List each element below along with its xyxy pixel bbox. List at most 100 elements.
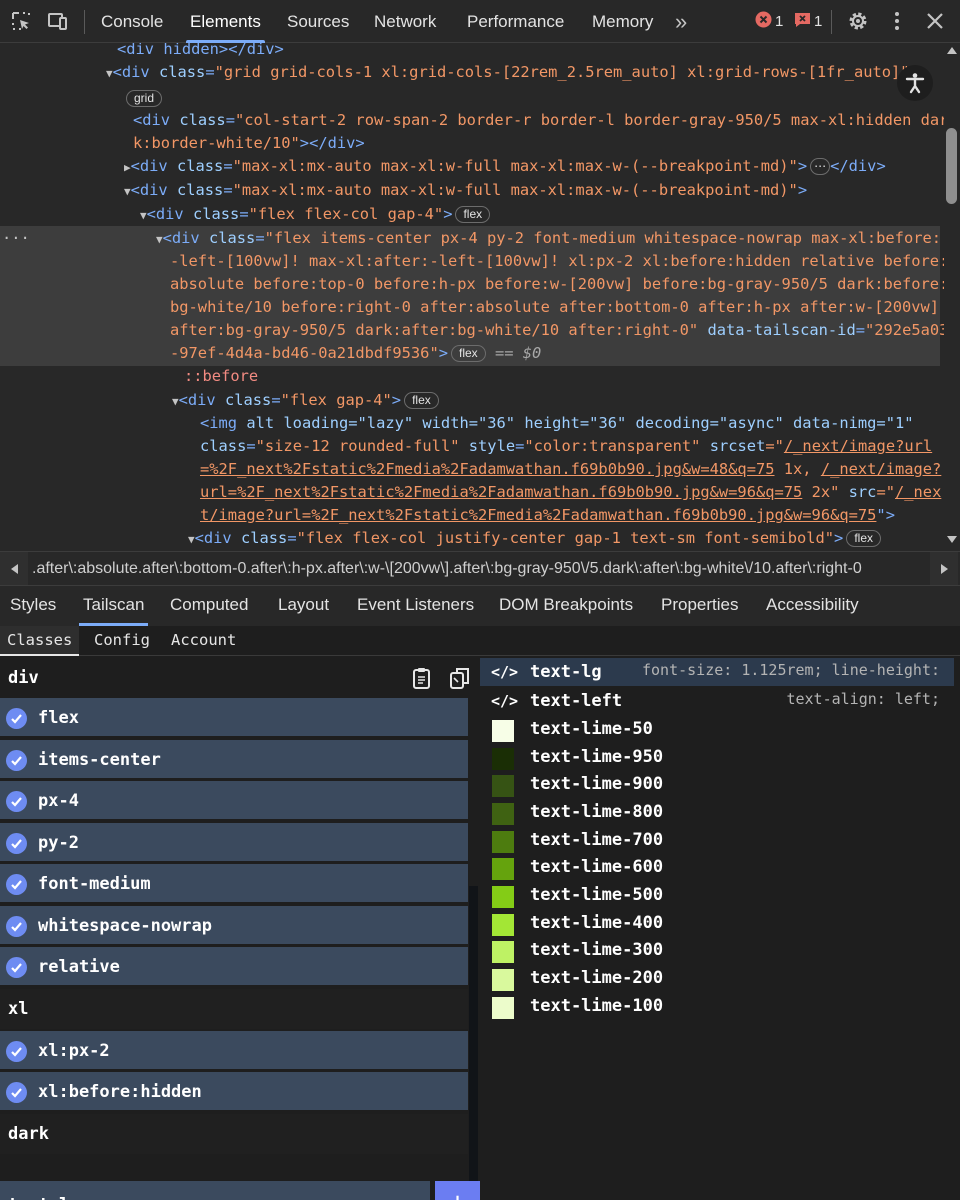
tree-line[interactable]: <img alt loading="lazy" width="36" heigh…: [200, 412, 940, 435]
tab-console[interactable]: Console: [101, 0, 163, 43]
suggestion-row[interactable]: text-lime-700: [480, 826, 954, 854]
tree-line[interactable]: <div hidden></div>: [117, 43, 940, 61]
more-tabs-icon[interactable]: »: [675, 0, 687, 43]
tree-line[interactable]: <div class="col-start-2 row-span-2 borde…: [133, 109, 948, 132]
device-toolbar-icon[interactable]: [45, 8, 71, 34]
suggestion-row[interactable]: text-lime-800: [480, 798, 954, 826]
class-row[interactable]: py-2: [0, 823, 468, 863]
breadcrumb-right-icon[interactable]: [930, 552, 958, 585]
srcset-link[interactable]: /_next/image?: [821, 460, 941, 478]
inspect-element-icon[interactable]: [8, 8, 34, 34]
copy-classes-icon[interactable]: [410, 666, 434, 690]
tab-performance[interactable]: Performance: [467, 0, 564, 43]
tab-accessibility[interactable]: Accessibility: [766, 586, 859, 626]
tree-line[interactable]: grid: [123, 87, 940, 110]
check-icon[interactable]: [6, 750, 27, 771]
tree-line[interactable]: class="size-12 rounded-full" style="colo…: [200, 435, 940, 458]
tree-line-selected[interactable]: -left-[100vw]! max-xl:after:-left-[100vw…: [170, 250, 948, 273]
tree-scroll-thumb[interactable]: [946, 128, 957, 204]
expand-arrow-icon[interactable]: ▼: [106, 67, 113, 80]
tree-line[interactable]: url=%2F_next%2Fstatic%2Fmedia%2Fadamwath…: [200, 481, 941, 504]
suggestion-row[interactable]: text-lime-400: [480, 909, 954, 937]
class-row[interactable]: flex: [0, 698, 468, 738]
pseudo-before[interactable]: ::before: [184, 365, 940, 388]
srcset-link[interactable]: /_next/image?url: [784, 437, 932, 455]
breadcrumb-selector[interactable]: .after\:absolute.after\:bottom-0.after\:…: [32, 552, 922, 585]
flex-badge[interactable]: flex: [451, 345, 486, 362]
tab-classes[interactable]: Classes: [0, 626, 80, 656]
expand-arrow-icon[interactable]: ▼: [156, 233, 163, 246]
tree-line-selected[interactable]: bg-white/10 before:right-0 after:absolut…: [170, 296, 940, 319]
check-icon[interactable]: [6, 916, 27, 937]
class-row[interactable]: px-4: [0, 781, 468, 821]
tree-line[interactable]: ▼<div class="flex flex-col justify-cente…: [188, 527, 940, 550]
expand-arrow-icon[interactable]: ▼: [124, 185, 131, 198]
src-link[interactable]: /_nex: [895, 483, 941, 501]
close-icon[interactable]: [922, 8, 948, 34]
add-class-button[interactable]: +: [435, 1181, 480, 1200]
check-icon[interactable]: [6, 957, 27, 978]
tree-line[interactable]: ▶<div class="max-xl:mx-auto max-xl:w-ful…: [124, 155, 940, 178]
elements-tree[interactable]: <div hidden></div> ▼<div class="grid gri…: [0, 43, 960, 551]
issues-badge[interactable]: 1: [794, 11, 822, 32]
class-row[interactable]: xl:px-2: [0, 1031, 468, 1071]
suggestion-row[interactable]: text-lime-950: [480, 743, 954, 771]
tree-line[interactable]: ▼<div class="flex flex-col gap-4"> flex: [140, 203, 940, 226]
tree-line[interactable]: ▼<div class="max-xl:mx-auto max-xl:w-ful…: [124, 179, 940, 202]
tab-computed[interactable]: Computed: [170, 586, 248, 626]
suggestion-row[interactable]: text-lime-900: [480, 770, 954, 798]
check-icon[interactable]: [6, 1041, 27, 1062]
class-row[interactable]: font-medium: [0, 864, 468, 904]
flex-badge[interactable]: flex: [455, 206, 491, 223]
suggestion-row[interactable]: text-lime-100: [480, 992, 954, 1020]
expand-arrow-icon[interactable]: ▼: [140, 209, 147, 222]
suggestion-row[interactable]: text-lime-500: [480, 881, 954, 909]
tab-layout[interactable]: Layout: [278, 586, 329, 626]
expand-arrow-icon[interactable]: ▼: [188, 533, 195, 546]
check-icon[interactable]: [6, 1082, 27, 1103]
srcset-link[interactable]: =%2F_next%2Fstatic%2Fmedia%2Fadamwathan.…: [200, 460, 775, 478]
tree-line[interactable]: t/image?url=%2F_next%2Fstatic%2Fmedia%2F…: [200, 504, 940, 527]
tab-elements[interactable]: Elements: [186, 0, 265, 43]
expand-arrow-icon[interactable]: ▼: [172, 395, 179, 408]
check-icon[interactable]: [6, 708, 27, 729]
suggestion-row[interactable]: text-lime-200: [480, 964, 954, 992]
tab-event-listeners[interactable]: Event Listeners: [357, 586, 474, 626]
add-class-input[interactable]: text-l: [0, 1181, 430, 1200]
tab-config[interactable]: Config: [87, 626, 157, 656]
tab-sources[interactable]: Sources: [287, 0, 349, 43]
tree-line-selected[interactable]: ▼<div class="flex items-center px-4 py-2…: [156, 227, 941, 250]
suggestion-row[interactable]: text-lime-300: [480, 936, 954, 964]
tree-line[interactable]: ▼<div class="grid grid-cols-1 xl:grid-co…: [106, 61, 940, 84]
suggestion-row[interactable]: </> text-lg font-size: 1.125rem; line-he…: [480, 658, 954, 686]
tree-line[interactable]: =%2F_next%2Fstatic%2Fmedia%2Fadamwathan.…: [200, 458, 941, 481]
class-row[interactable]: items-center: [0, 740, 468, 780]
class-row[interactable]: xl:before:hidden: [0, 1072, 468, 1112]
tab-dom-breakpoints[interactable]: DOM Breakpoints: [499, 586, 633, 626]
tab-styles[interactable]: Styles: [10, 586, 56, 626]
flex-badge[interactable]: flex: [846, 530, 881, 547]
suggestion-row[interactable]: text-lime-50: [480, 715, 954, 743]
check-icon[interactable]: [6, 874, 27, 895]
scroll-up-icon[interactable]: [947, 47, 957, 54]
scroll-down-icon[interactable]: [947, 536, 957, 543]
error-badge[interactable]: 1: [755, 11, 783, 32]
ellipsis-badge[interactable]: ⋯: [810, 158, 831, 175]
breadcrumb-left-icon[interactable]: [0, 552, 28, 585]
class-row[interactable]: relative: [0, 947, 468, 987]
srcset-link[interactable]: url=%2F_next%2Fstatic%2Fmedia%2Fadamwath…: [200, 483, 802, 501]
settings-gear-icon[interactable]: [845, 8, 871, 34]
suggestion-row[interactable]: </> text-left text-align: left;: [480, 687, 954, 715]
accessibility-icon[interactable]: [897, 65, 933, 101]
suggestion-row[interactable]: text-lime-600: [480, 853, 954, 881]
tab-network[interactable]: Network: [374, 0, 436, 43]
class-row[interactable]: whitespace-nowrap: [0, 906, 468, 946]
tree-line-selected[interactable]: absolute before:top-0 before:h-px before…: [170, 273, 948, 296]
src-link[interactable]: t/image?url=%2F_next%2Fstatic%2Fmedia%2F…: [200, 506, 876, 524]
grid-badge[interactable]: grid: [126, 90, 163, 107]
check-icon[interactable]: [6, 833, 27, 854]
check-icon[interactable]: [6, 791, 27, 812]
tab-memory[interactable]: Memory: [592, 0, 653, 43]
more-options-icon[interactable]: [884, 8, 910, 34]
tab-tailscan[interactable]: Tailscan: [78, 586, 149, 626]
